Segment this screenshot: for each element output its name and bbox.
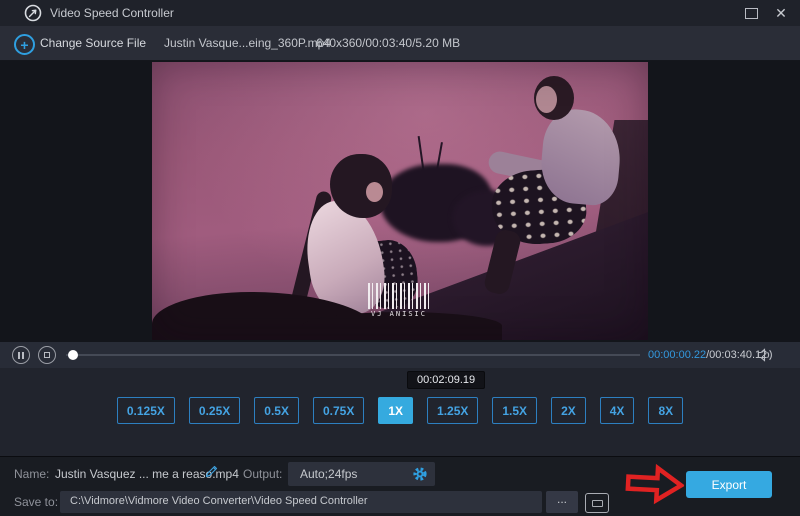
source-file-name: Justin Vasque...eing_360P.mp4 — [164, 36, 331, 50]
speed-button-025x[interactable]: 0.25X — [189, 397, 240, 424]
output-panel: Name: Justin Vasquez ... me a reaso.mp4 … — [0, 456, 800, 516]
speed-button-1x[interactable]: 1X — [378, 397, 413, 424]
close-icon: ✕ — [775, 6, 787, 20]
annotation-arrow-icon — [623, 461, 685, 511]
speed-button-05x[interactable]: 0.5X — [254, 397, 299, 424]
stop-icon — [44, 352, 50, 358]
maximize-button[interactable] — [736, 0, 766, 26]
speed-button-075x[interactable]: 0.75X — [313, 397, 364, 424]
speedometer-app-icon — [24, 4, 42, 22]
speed-button-15x[interactable]: 1.5X — [492, 397, 537, 424]
open-folder-icon[interactable] — [585, 493, 609, 513]
speed-button-4x[interactable]: 4X — [600, 397, 635, 424]
video-preview: VJ ANISIC — [152, 62, 648, 340]
maximize-icon — [745, 8, 758, 19]
name-label: Name: — [14, 467, 49, 481]
pause-icon — [18, 352, 20, 359]
output-format-select[interactable]: Auto;24fps — [288, 462, 435, 486]
speed-button-2x[interactable]: 2X — [551, 397, 586, 424]
change-source-file-button[interactable]: Change Source File — [40, 36, 146, 50]
output-label: Output: — [243, 467, 282, 481]
source-file-info: 640x360/00:03:40/5.20 MB — [316, 36, 460, 50]
gear-icon[interactable] — [412, 466, 428, 487]
current-time: 00:00:00.22 — [648, 349, 706, 361]
speed-button-125x[interactable]: 1.25X — [427, 397, 478, 424]
seek-thumb[interactable] — [68, 350, 78, 360]
speed-section: 00:02:09.19 0.125X 0.25X 0.5X 0.75X 1X 1… — [0, 368, 800, 456]
vignette-overlay — [152, 62, 648, 340]
volume-icon[interactable] — [757, 348, 773, 367]
stop-button[interactable] — [38, 346, 56, 364]
speed-button-0125x[interactable]: 0.125X — [117, 397, 175, 424]
time-display: 00:00:00.22/00:03:40.12 — [648, 342, 767, 368]
export-button[interactable]: Export — [686, 471, 772, 498]
seek-track[interactable] — [66, 354, 640, 356]
video-speed-controller-window: Video Speed Controller ✕ + Change Source… — [0, 0, 800, 516]
speed-button-8x[interactable]: 8X — [648, 397, 683, 424]
source-toolbar: + Change Source File Justin Vasque...ein… — [0, 26, 800, 61]
seek-position-tooltip: 00:02:09.19 — [407, 371, 485, 389]
output-format-value: Auto;24fps — [300, 467, 357, 481]
seek-slider[interactable] — [66, 342, 640, 368]
add-source-icon[interactable]: + — [14, 34, 35, 55]
save-to-label: Save to: — [14, 495, 58, 509]
playback-bar: 00:00:00.22/00:03:40.12 — [0, 342, 800, 368]
save-path-value: C:\Vidmore\Vidmore Video Converter\Video… — [70, 495, 368, 507]
edit-name-icon[interactable] — [204, 464, 219, 484]
save-path-field[interactable]: C:\Vidmore\Vidmore Video Converter\Video… — [60, 491, 542, 513]
pause-button[interactable] — [12, 346, 30, 364]
speed-options-row: 0.125X 0.25X 0.5X 0.75X 1X 1.25X 1.5X 2X… — [0, 397, 800, 424]
title-bar: Video Speed Controller ✕ — [0, 0, 800, 26]
preview-stage: VJ ANISIC — [0, 61, 800, 342]
close-button[interactable]: ✕ — [766, 0, 796, 26]
browse-button[interactable]: ... — [546, 491, 578, 513]
window-title: Video Speed Controller — [50, 6, 174, 20]
